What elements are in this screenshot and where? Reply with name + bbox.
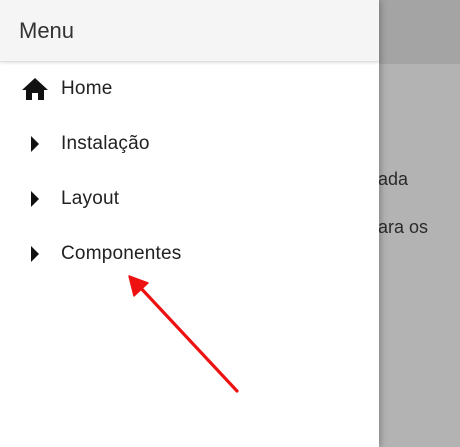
caret-right-icon — [22, 186, 48, 212]
background-text-line: ara os — [378, 217, 429, 237]
navigation-drawer: Menu Home Instalação Layout Componentes — [0, 0, 379, 447]
caret-right-icon — [22, 241, 48, 267]
nav-item-label: Home — [61, 78, 113, 99]
nav-list: Home Instalação Layout Componentes — [0, 62, 379, 281]
nav-item-componentes[interactable]: Componentes — [0, 226, 379, 281]
drawer-title: Menu — [19, 17, 75, 43]
nav-item-layout[interactable]: Layout — [0, 171, 379, 226]
home-icon — [22, 76, 48, 102]
caret-right-icon — [22, 131, 48, 157]
background-text-line: ada — [378, 169, 409, 189]
nav-item-label: Componentes — [61, 242, 182, 264]
nav-item-label: Layout — [61, 187, 120, 209]
nav-item-instalacao[interactable]: Instalação — [0, 116, 379, 171]
nav-item-home[interactable]: Home — [0, 62, 379, 116]
drawer-header: Menu — [0, 0, 379, 62]
nav-item-label: Instalação — [61, 132, 150, 154]
